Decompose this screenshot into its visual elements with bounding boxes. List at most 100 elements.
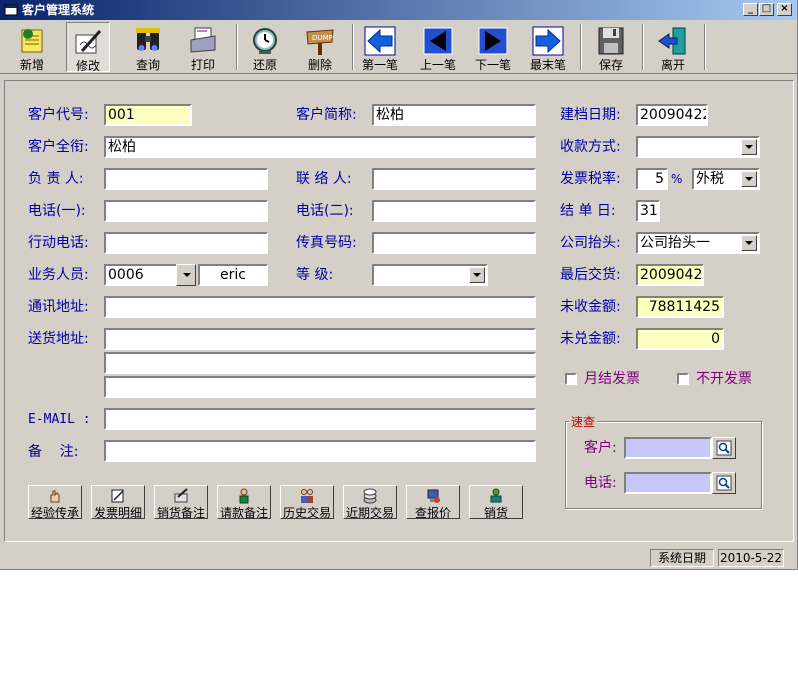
salesperson-dropdown-button[interactable] [176,264,196,286]
toolbar-query-button[interactable]: 查询 [126,22,170,72]
toolbar-previous-record-button[interactable]: 上一笔 [415,22,461,72]
dump-sign-icon: DUMP [306,29,334,55]
toolbar-next-record-button[interactable]: 下一笔 [470,22,516,72]
experience-button[interactable]: 经验传承 [28,485,82,520]
title-bar: 客户管理系统 _ □ × [0,0,797,20]
last-trade-label: 最后交货: [560,267,621,283]
svg-text:DUMP: DUMP [312,34,333,42]
quick-phone-input[interactable] [624,472,712,494]
settle-day-input[interactable]: 31 [636,200,660,222]
note-input[interactable] [104,440,536,462]
quick-search-group [565,421,762,509]
address-label: 通讯地址: [28,299,89,315]
salesperson-name-input[interactable]: eric [198,264,268,286]
customer-short-input[interactable]: 松柏 [372,104,536,126]
chevron-down-icon[interactable] [741,171,757,187]
chevron-down-icon[interactable] [741,235,757,251]
minimize-button[interactable]: _ [743,3,758,16]
last-trade-input[interactable]: 2009042 [636,264,704,286]
address-input[interactable] [104,296,536,318]
quick-customer-input[interactable] [624,437,712,459]
phone2-input[interactable] [372,200,536,222]
delivery-address-line2-input[interactable] [104,352,536,374]
app-icon [4,4,18,16]
arrow-left-first-icon [364,26,396,56]
quick-phone-search-button[interactable] [712,472,736,494]
sales-note-button[interactable]: 销货备注 [154,485,208,520]
toolbar-delete-button[interactable]: DUMP 删除 [298,22,342,72]
document-edit-icon [111,489,124,503]
email-label: E-MAIL : [28,412,91,427]
check-quote-button[interactable]: 查报价 [406,485,460,520]
toolbar-last-record-button[interactable]: 最末笔 [525,22,571,72]
no-invoice-checkbox[interactable] [677,373,689,385]
quick-customer-label: 客户: [584,440,617,456]
unpaid-amount-input[interactable]: 78811425 [636,296,724,318]
hand-icon [50,490,60,503]
phone1-label: 电话(一): [28,203,86,219]
settle-day-label: 结 单 日: [560,203,616,219]
goods-icon [490,488,502,503]
status-bar: 系统日期 2010-5-22 [0,547,797,569]
recent-trade-button[interactable]: 近期交易 [343,485,397,520]
pen-edit-icon [75,29,102,54]
payment-method-label: 收款方式: [560,139,621,155]
toolbar-add-button[interactable]: 新增 [10,22,54,72]
fax-input[interactable] [372,232,536,254]
payment-request-note-button[interactable]: 请款备注 [217,485,271,520]
arrow-right-icon [478,27,508,55]
file-date-input[interactable]: 20090422 [636,104,708,126]
toolbar-print-button[interactable]: 打印 [181,22,225,72]
search-icon [716,475,732,491]
invoice-detail-button[interactable]: 发票明细 [91,485,145,520]
printer-icon [190,27,216,53]
quick-search-title: 速查 [569,413,598,430]
exit-door-icon [658,27,686,55]
customer-code-input[interactable]: 001 [104,104,192,126]
maximize-button[interactable]: □ [759,3,774,16]
toolbar-first-record-button[interactable]: 第一笔 [357,22,403,72]
monthly-invoice-checkbox[interactable] [565,373,577,385]
sales-button[interactable]: 销货 [469,485,523,520]
history-trade-button[interactable]: 历史交易 [280,485,334,520]
customer-code-label: 客户代号: [28,107,89,123]
contact-input[interactable] [372,168,536,190]
responsible-input[interactable] [104,168,268,190]
toolbar-separator [352,24,354,70]
person-money-icon [239,488,249,504]
notepad-icon [21,29,43,53]
clock-restore-icon [253,28,277,54]
toolbar-restore-button[interactable]: 还原 [243,22,287,72]
email-input[interactable] [104,408,536,430]
delivery-address-line1-input[interactable] [104,328,536,350]
toolbar-exit-button[interactable]: 离开 [651,22,695,72]
quick-customer-search-button[interactable] [712,437,736,459]
close-button[interactable]: × [777,3,792,16]
tax-type-select[interactable]: 外税 [692,168,760,190]
toolbar-save-button[interactable]: 保存 [589,22,633,72]
computer-icon [427,489,440,503]
payment-method-select[interactable] [636,136,760,158]
toolbar-edit-button[interactable]: 修改 [66,22,110,73]
unredeemed-label: 未兑金额: [560,331,621,347]
invoice-tax-input[interactable]: 5 [636,168,668,190]
mobile-label: 行动电话: [28,235,89,251]
pencil-note-icon [174,488,188,503]
customer-full-input[interactable]: 松柏 [104,136,536,158]
company-header-select[interactable]: 公司抬头一 [636,232,760,254]
invoice-tax-label: 发票税率: [560,171,621,187]
file-date-label: 建档日期: [560,107,621,123]
chevron-down-icon[interactable] [741,139,757,155]
toolbar-separator [236,24,238,70]
phone1-input[interactable] [104,200,268,222]
level-select[interactable] [372,264,488,286]
toolbar-separator [642,24,644,70]
search-icon [716,440,732,456]
salesperson-code-input[interactable]: 0006 [104,264,178,286]
delivery-address-line3-input[interactable] [104,376,536,398]
mobile-input[interactable] [104,232,268,254]
fax-label: 传真号码: [296,235,357,251]
unredeemed-amount-input[interactable]: 0 [636,328,724,350]
chevron-down-icon[interactable] [469,267,485,283]
unpaid-label: 未收金额: [560,299,621,315]
